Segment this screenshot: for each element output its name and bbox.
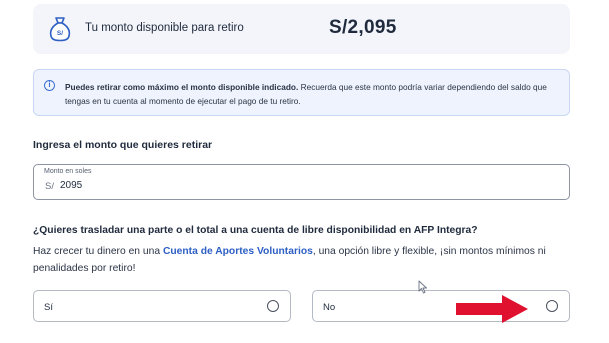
info-icon: i	[44, 80, 55, 91]
option-si-radio[interactable]	[267, 300, 279, 312]
transfer-question: ¿Quieres trasladar una parte o el total …	[33, 225, 478, 236]
withdraw-amount-field-label: Monto en soles	[44, 168, 92, 175]
transfer-desc-before: Haz crecer tu dinero en una	[33, 246, 163, 257]
available-amount-value: S/2,095	[329, 17, 397, 38]
option-no[interactable]: No	[312, 290, 570, 322]
option-si[interactable]: Sí	[33, 290, 291, 322]
info-banner: i Puedes retirar como máximo el monto di…	[33, 69, 570, 116]
option-no-label: No	[323, 302, 336, 313]
option-no-radio[interactable]	[546, 300, 558, 312]
voluntary-contributions-link[interactable]: Cuenta de Aportes Voluntarios	[163, 246, 313, 257]
mouse-cursor-icon	[418, 280, 427, 294]
money-bag-icon: S/	[49, 17, 71, 42]
info-bold-text: Puedes retirar como máximo el monto disp…	[65, 82, 299, 92]
info-text: Puedes retirar como máximo el monto disp…	[65, 80, 565, 108]
red-arrow-annotation-icon	[456, 295, 528, 323]
currency-prefix: S/	[45, 181, 54, 192]
option-si-label: Sí	[44, 302, 53, 313]
withdraw-amount-input[interactable]	[60, 180, 260, 191]
money-bag-text: S/	[57, 30, 63, 37]
available-amount-card: S/ Tu monto disponible para retiro S/2,0…	[33, 4, 570, 54]
available-amount-label: Tu monto disponible para retiro	[85, 22, 244, 34]
transfer-description: Haz crecer tu dinero en una Cuenta de Ap…	[33, 243, 593, 277]
withdraw-amount-question: Ingresa el monto que quieres retirar	[33, 139, 213, 151]
withdraw-amount-field[interactable]: Monto en soles S/	[33, 164, 570, 200]
